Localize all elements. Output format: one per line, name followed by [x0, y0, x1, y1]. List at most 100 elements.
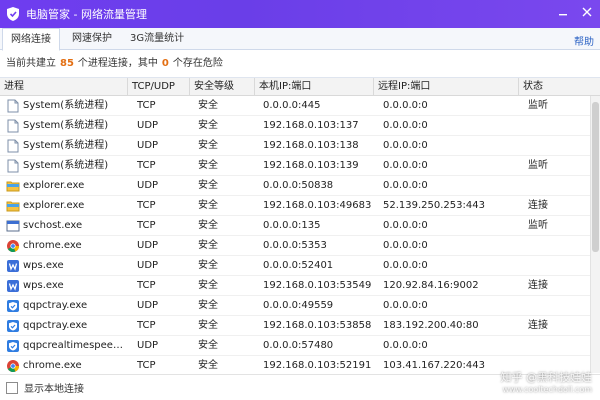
local-address-cell: 0.0.0.0:49559 [263, 300, 334, 311]
process-name: chrome.exe [23, 360, 82, 371]
column-header-local-address[interactable]: 本机IP:端口 [255, 78, 374, 96]
process-cell: explorer.exe [6, 196, 126, 216]
security-level-cell: 安全 [198, 160, 218, 171]
security-level-cell: 安全 [198, 340, 218, 351]
tab-3g-traffic-stats[interactable]: 3G流量统计 [122, 28, 192, 50]
protocol-cell: UDP [137, 340, 159, 351]
table-row[interactable]: System(系统进程) UDP 安全 192.168.0.103:138 0.0.0.… [0, 136, 600, 156]
state-cell [528, 256, 588, 276]
local-address-cell: 0.0.0.0:52401 [263, 260, 334, 271]
danger-count: 0 [161, 58, 169, 69]
summary-middle: 个进程连接，其中 [77, 58, 158, 69]
protocol-cell: UDP [137, 120, 159, 131]
table-row[interactable]: qqpcrealtimespeedu... UDP 安全 0.0.0.0:57480 0… [0, 336, 600, 356]
protocol-cell: TCP [137, 100, 156, 111]
table-header: 进程 TCP/UDP 安全等级 本机IP:端口 远程IP:端口 状态 [0, 78, 600, 96]
process-name: System(系统进程) [23, 100, 109, 111]
table-row[interactable]: System(系统进程) TCP 安全 192.168.0.103:139 0.0.0.… [0, 156, 600, 176]
remote-address-cell: 0.0.0.0:0 [383, 220, 428, 231]
minimize-icon[interactable] [556, 5, 570, 19]
process-name: explorer.exe [23, 200, 85, 211]
table-row[interactable]: System(系统进程) UDP 安全 192.168.0.103:137 0.0.0.… [0, 116, 600, 136]
connection-summary: 当前共建立 85 个进程连接，其中 0 个存在危险 [6, 54, 223, 69]
process-cell: svchost.exe [6, 216, 126, 236]
document-icon [6, 99, 20, 113]
table-row[interactable]: wps.exe TCP 安全 192.168.0.103:53549 120.92.84… [0, 276, 600, 296]
connections-table: 进程 TCP/UDP 安全等级 本机IP:端口 远程IP:端口 状态 Syste… [0, 77, 600, 373]
document-icon [6, 139, 20, 153]
state-cell [528, 136, 588, 156]
table-row[interactable]: chrome.exe UDP 安全 0.0.0.0:5353 0.0.0.0:0 [0, 236, 600, 256]
remote-address-cell: 0.0.0.0:0 [383, 140, 428, 151]
local-address-cell: 0.0.0.0:135 [263, 220, 321, 231]
summary-suffix: 个存在危险 [172, 58, 223, 69]
local-address-cell: 0.0.0.0:50838 [263, 180, 334, 191]
remote-address-cell: 0.0.0.0:0 [383, 180, 428, 191]
remote-address-cell: 120.92.84.16:9002 [383, 280, 479, 291]
process-cell: qqpcrealtimespeedu... [6, 336, 126, 356]
remote-address-cell: 0.0.0.0:0 [383, 300, 428, 311]
process-name: System(系统进程) [23, 120, 109, 131]
state-cell [528, 336, 588, 356]
document-icon [6, 159, 20, 173]
close-icon[interactable] [580, 5, 594, 19]
summary-prefix: 当前共建立 [6, 58, 56, 69]
process-cell: wps.exe [6, 256, 126, 276]
remote-address-cell: 0.0.0.0:0 [383, 120, 428, 131]
chrome-icon [6, 359, 20, 373]
process-cell: explorer.exe [6, 176, 126, 196]
document-icon [6, 119, 20, 133]
watermark-url: www.cooltechdoll.com [502, 385, 592, 394]
protocol-cell: TCP [137, 360, 156, 371]
state-cell: 连接 [528, 280, 548, 291]
wps-icon [6, 259, 20, 273]
local-address-cell: 192.168.0.103:139 [263, 160, 359, 171]
security-level-cell: 安全 [198, 180, 218, 191]
show-local-connections-checkbox[interactable] [6, 381, 18, 394]
protocol-cell: TCP [137, 320, 156, 331]
security-level-cell: 安全 [198, 100, 218, 111]
process-cell: chrome.exe [6, 236, 126, 256]
table-body: System(系统进程) TCP 安全 0.0.0.0:445 0.0.0.0:0 监听 S… [0, 96, 600, 373]
process-name: qqpcrealtimespeedu... [23, 340, 126, 351]
qq-shield-icon [6, 299, 20, 313]
shield-icon [4, 5, 22, 23]
state-cell [528, 296, 588, 316]
column-header-protocol[interactable]: TCP/UDP [128, 78, 190, 96]
process-cell: System(系统进程) [6, 156, 126, 176]
process-name: wps.exe [23, 260, 64, 271]
remote-address-cell: 183.192.200.40:80 [383, 320, 479, 331]
tab-speed-protection[interactable]: 网速保护 [64, 28, 120, 50]
tab-network-connections[interactable]: 网络连接 [2, 28, 60, 51]
table-row[interactable]: qqpctray.exe UDP 安全 0.0.0.0:49559 0.0.0.0:0 [0, 296, 600, 316]
svchost-icon [6, 219, 20, 233]
process-cell: System(系统进程) [6, 116, 126, 136]
scrollbar-thumb[interactable] [592, 102, 599, 252]
column-header-security-level[interactable]: 安全等级 [190, 78, 255, 96]
table-row[interactable]: wps.exe UDP 安全 0.0.0.0:52401 0.0.0.0:0 [0, 256, 600, 276]
process-name: System(系统进程) [23, 160, 109, 171]
table-row[interactable]: System(系统进程) TCP 安全 0.0.0.0:445 0.0.0.0:0 监听 [0, 96, 600, 116]
local-address-cell: 192.168.0.103:137 [263, 120, 359, 131]
table-row[interactable]: explorer.exe TCP 安全 192.168.0.103:49683 52.1… [0, 196, 600, 216]
table-row[interactable]: explorer.exe UDP 安全 0.0.0.0:50838 0.0.0.0:0 [0, 176, 600, 196]
tab-bar: 网络连接 网速保护 3G流量统计 帮助 [0, 28, 600, 51]
column-header-remote-address[interactable]: 远程IP:端口 [374, 78, 519, 96]
help-link[interactable]: 帮助 [574, 33, 594, 48]
local-address-cell: 192.168.0.103:49683 [263, 200, 372, 211]
process-cell: System(系统进程) [6, 136, 126, 156]
column-header-state[interactable]: 状态 [519, 78, 600, 96]
protocol-cell: UDP [137, 240, 159, 251]
show-local-connections-label: 显示本地连接 [24, 384, 84, 395]
watermark-text: 知乎 @黑科技娃娃 [500, 371, 593, 384]
protocol-cell: UDP [137, 140, 159, 151]
vertical-scrollbar[interactable] [590, 96, 600, 373]
qq-shield-icon [6, 339, 20, 353]
security-level-cell: 安全 [198, 260, 218, 271]
process-name: qqpctray.exe [23, 320, 88, 331]
table-row[interactable]: qqpctray.exe TCP 安全 192.168.0.103:53858 183.… [0, 316, 600, 336]
column-header-process[interactable]: 进程 [0, 78, 128, 96]
remote-address-cell: 103.41.167.220:443 [383, 360, 485, 371]
folder-icon [6, 179, 20, 193]
table-row[interactable]: svchost.exe TCP 安全 0.0.0.0:135 0.0.0.0:0 监听 [0, 216, 600, 236]
